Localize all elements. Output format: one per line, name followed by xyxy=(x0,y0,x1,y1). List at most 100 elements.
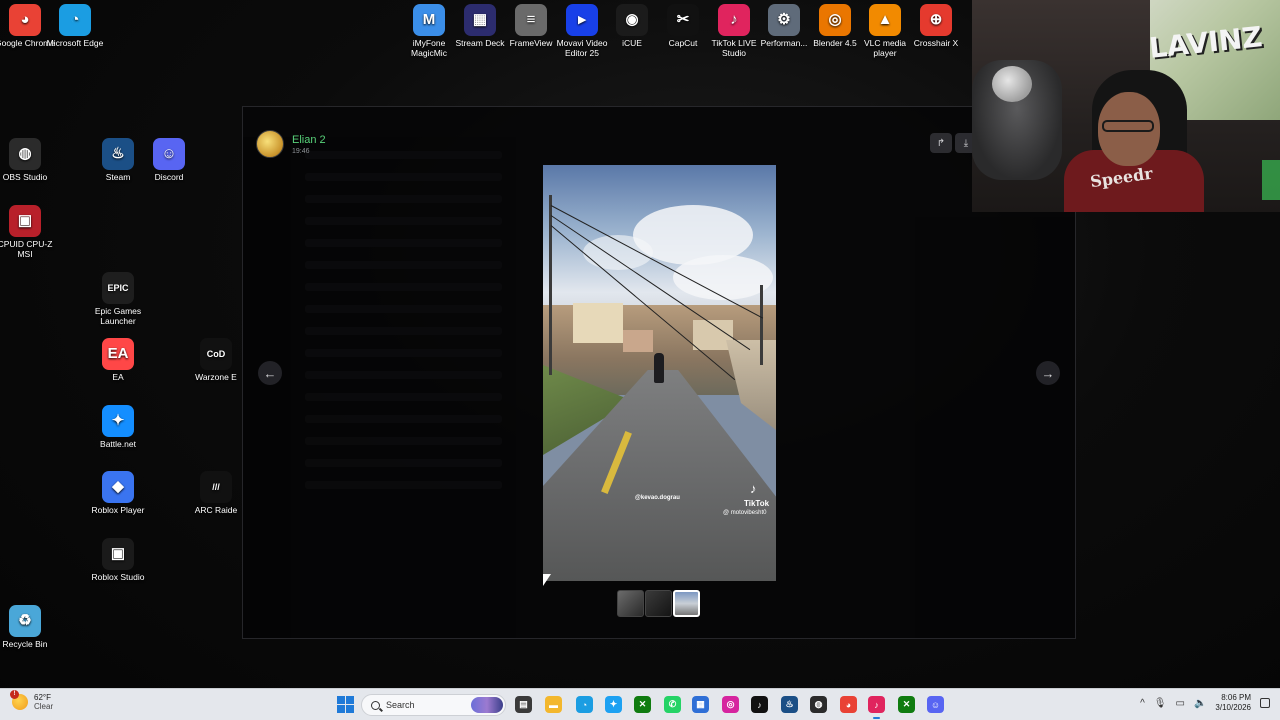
clock-time: 8:06 PM xyxy=(1221,693,1251,702)
glasses xyxy=(1102,120,1154,132)
performance-icon: ⚙ xyxy=(768,4,800,36)
taskbar-app-xbox-icon[interactable]: ✕ xyxy=(898,696,915,713)
recycle-bin-icon: ♻ xyxy=(9,605,41,637)
steam-icon: ♨ xyxy=(102,138,134,170)
desktop-icon-label: Warzone E xyxy=(195,372,237,382)
weather-alert-badge: ! xyxy=(10,690,19,699)
desktop-icon-obs[interactable]: ◍ OBS Studio xyxy=(0,138,58,182)
discord-icon: ☺ xyxy=(153,138,185,170)
desktop-icon-label: Discord xyxy=(154,172,184,182)
desktop-icon-crosshair[interactable]: ⊕ Crosshair X xyxy=(903,4,969,48)
green-light xyxy=(1262,160,1280,200)
edge-icon: ◔ xyxy=(59,4,91,36)
weather-widget[interactable]: ! 62°F Clear xyxy=(10,690,54,711)
media-thumbnail-active[interactable] xyxy=(673,590,700,617)
desktop-icon-discord[interactable]: ☺ Discord xyxy=(136,138,202,182)
taskbar-app-obs-icon[interactable]: ◍ xyxy=(810,696,827,713)
arc-raiders-icon: /// xyxy=(200,471,232,503)
media-thumbnail[interactable] xyxy=(617,590,644,617)
capcut-icon: ✂ xyxy=(667,4,699,36)
desktop-icon-label: EA xyxy=(112,372,124,382)
mouse-cursor xyxy=(543,574,551,586)
microphone-icon[interactable]: 🎙 xyxy=(1154,698,1167,709)
next-media-button[interactable]: → xyxy=(1036,361,1060,385)
roblox-player-icon: ◆ xyxy=(102,471,134,503)
cyclist xyxy=(654,353,664,383)
tiktok-watermark: TikTok xyxy=(744,499,770,508)
volume-icon[interactable]: 🔈 xyxy=(1194,698,1206,709)
roblox-studio-icon: ▣ xyxy=(102,538,134,570)
taskbar: ! 62°F Clear Search ▤ ▬ ◔ ✦ ✕ ✆ ▦ ◎ ♪ ♨ ◍ ◕ ♪ ✕ ☺ ^ 🎙 … xyxy=(0,688,1280,720)
media-thumbnail[interactable] xyxy=(645,590,672,617)
media-viewer-header: Elian 2 19:46 xyxy=(256,128,556,160)
desktop-icon-edge[interactable]: ◔ Microsoft Edge xyxy=(42,4,108,48)
desktop-icon-label: ARC Raide xyxy=(194,505,238,515)
desktop-icon-roblox-player[interactable]: ◆ Roblox Player xyxy=(85,471,151,515)
desktop-icon-epic[interactable]: EPIC Epic Games Launcher xyxy=(85,272,151,326)
weather-sun-icon: ! xyxy=(10,690,28,710)
clock-date: 3/10/2026 xyxy=(1215,703,1251,712)
desktop-icon-battlenet[interactable]: ✦ Battle.net xyxy=(85,405,151,449)
search-label: Search xyxy=(386,700,415,710)
taskbar-app-steam-icon[interactable]: ♨ xyxy=(781,696,798,713)
author-name[interactable]: Elian 2 xyxy=(292,134,326,146)
taskbar-app-store-icon[interactable]: ▦ xyxy=(692,696,709,713)
taskbar-app-edge-icon[interactable]: ◔ xyxy=(576,696,593,713)
obs-icon: ◍ xyxy=(9,138,41,170)
desktop-icon-label: CPUID CPU-Z MSI xyxy=(0,239,53,259)
network-icon[interactable]: ▭ xyxy=(1176,698,1185,709)
taskbar-app-chrome-icon[interactable]: ◕ xyxy=(840,696,857,713)
desktop-icon-label: Recycle Bin xyxy=(2,639,48,649)
desktop-icon-label: OBS Studio xyxy=(2,172,48,182)
weather-temperature: 62°F xyxy=(34,693,51,702)
webcam-overlay: LAVINZ Speedr xyxy=(972,0,1280,212)
message-timestamp: 19:46 xyxy=(292,147,310,155)
frameview-icon: ≡ xyxy=(515,4,547,36)
desktop-icon-label: Roblox Player xyxy=(91,505,145,515)
desktop-icon-label: Epic Games Launcher xyxy=(94,306,142,326)
clock[interactable]: 8:06 PM 3/10/2026 xyxy=(1215,693,1251,713)
media-video[interactable]: @kevao.dograu ♪ TikTok @ motovibesht0 xyxy=(543,165,776,581)
system-tray: ^ 🎙 ▭ 🔈 8:06 PM 3/10/2026 xyxy=(1140,693,1270,713)
battlenet-icon: ✦ xyxy=(102,405,134,437)
share-icon[interactable]: ↱ xyxy=(930,133,952,153)
desktop-icon-label: Crosshair X xyxy=(913,38,959,48)
weather-condition: Clear xyxy=(34,702,54,711)
ea-icon: EA xyxy=(102,338,134,370)
desktop-icon-cpuz[interactable]: ▣ CPUID CPU-Z MSI xyxy=(0,205,58,259)
taskbar-app-whatsapp-icon[interactable]: ✆ xyxy=(664,696,681,713)
taskbar-app-discord-icon[interactable]: ☺ xyxy=(927,696,944,713)
taskbar-app-xbox-badge-icon[interactable]: ✕ xyxy=(634,696,651,713)
icue-icon: ◉ xyxy=(616,4,648,36)
desktop-icon-ea[interactable]: EA EA xyxy=(85,338,151,382)
crosshair-icon: ⊕ xyxy=(920,4,952,36)
taskbar-app-tiktok-live-icon[interactable]: ♪ xyxy=(868,696,885,719)
desktop-icon-recycle-bin[interactable]: ♻ Recycle Bin xyxy=(0,605,58,649)
previous-media-button[interactable]: ← xyxy=(258,361,282,385)
search-highlight-icon[interactable] xyxy=(471,697,503,713)
desktop-icon-warzone[interactable]: CoD Warzone E xyxy=(183,338,249,382)
avatar[interactable] xyxy=(256,130,284,158)
video-creator-handle: @kevao.dograu xyxy=(635,495,680,501)
taskbar-app-instagram-icon[interactable]: ◎ xyxy=(722,696,739,713)
notification-icon[interactable] xyxy=(1260,698,1270,708)
taskbar-app-tiktok-icon[interactable]: ♪ xyxy=(751,696,768,713)
desktop-icon-arc-raiders[interactable]: /// ARC Raide xyxy=(183,471,249,515)
taskbar-search[interactable]: Search xyxy=(361,694,506,716)
stream-deck-icon: ▦ xyxy=(464,4,496,36)
blender-icon: ◎ xyxy=(819,4,851,36)
taskbar-app-folder-icon[interactable]: ▬ xyxy=(545,696,562,713)
imyfone-icon: M xyxy=(413,4,445,36)
tiktok-live-icon: ♪ xyxy=(718,4,750,36)
cpuz-icon: ▣ xyxy=(9,205,41,237)
desktop-icon-label: Roblox Studio xyxy=(91,572,145,582)
movavi-icon: ▸ xyxy=(566,4,598,36)
search-icon xyxy=(371,700,380,710)
chevron-up-icon[interactable]: ^ xyxy=(1140,698,1145,709)
warzone-icon: CoD xyxy=(200,338,232,370)
taskbar-app-file-explorer-icon[interactable]: ▤ xyxy=(515,696,532,713)
start-button[interactable] xyxy=(337,696,354,713)
taskbar-app-twitter-icon[interactable]: ✦ xyxy=(605,696,622,713)
desktop-icon-roblox-studio[interactable]: ▣ Roblox Studio xyxy=(85,538,151,582)
desktop-icon-label: Battle.net xyxy=(100,439,136,449)
